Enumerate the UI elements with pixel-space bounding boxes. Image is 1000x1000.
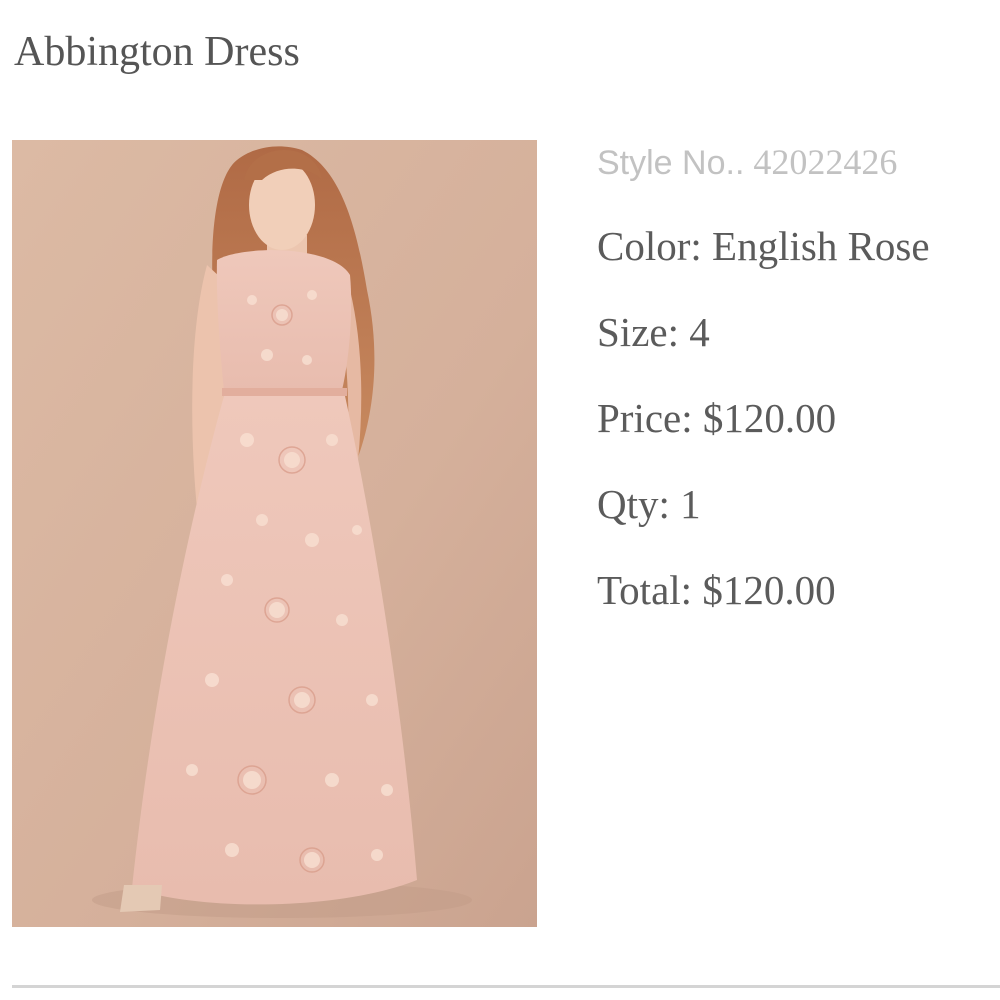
size-label: Size: xyxy=(597,309,679,355)
quantity-value: 1 xyxy=(680,481,701,527)
price-line: Price: $120.00 xyxy=(597,392,992,444)
style-number-line: Style No.. 42022426 xyxy=(597,138,992,186)
price-label: Price: xyxy=(597,395,693,441)
color-line: Color: English Rose xyxy=(597,220,992,272)
bottom-divider xyxy=(12,985,1000,988)
color-label: Color: xyxy=(597,223,702,269)
total-label: Total: xyxy=(597,567,693,613)
quantity-line: Qty: 1 xyxy=(597,478,992,530)
product-image[interactable] xyxy=(12,140,537,927)
total-line: Total: $120.00 xyxy=(597,564,992,616)
total-value: $120.00 xyxy=(702,567,836,613)
quantity-label: Qty: xyxy=(597,481,670,527)
product-title: Abbington Dress xyxy=(14,29,300,75)
style-number-value: 42022426 xyxy=(753,142,898,182)
price-value: $120.00 xyxy=(702,395,837,441)
color-value: English Rose xyxy=(712,223,930,269)
size-line: Size: 4 xyxy=(597,306,992,358)
dress-photo-illustration xyxy=(12,140,537,927)
size-value: 4 xyxy=(689,309,710,355)
product-details: Style No.. 42022426 Color: English Rose … xyxy=(597,138,992,616)
style-number-label: Style No.. xyxy=(597,144,745,182)
